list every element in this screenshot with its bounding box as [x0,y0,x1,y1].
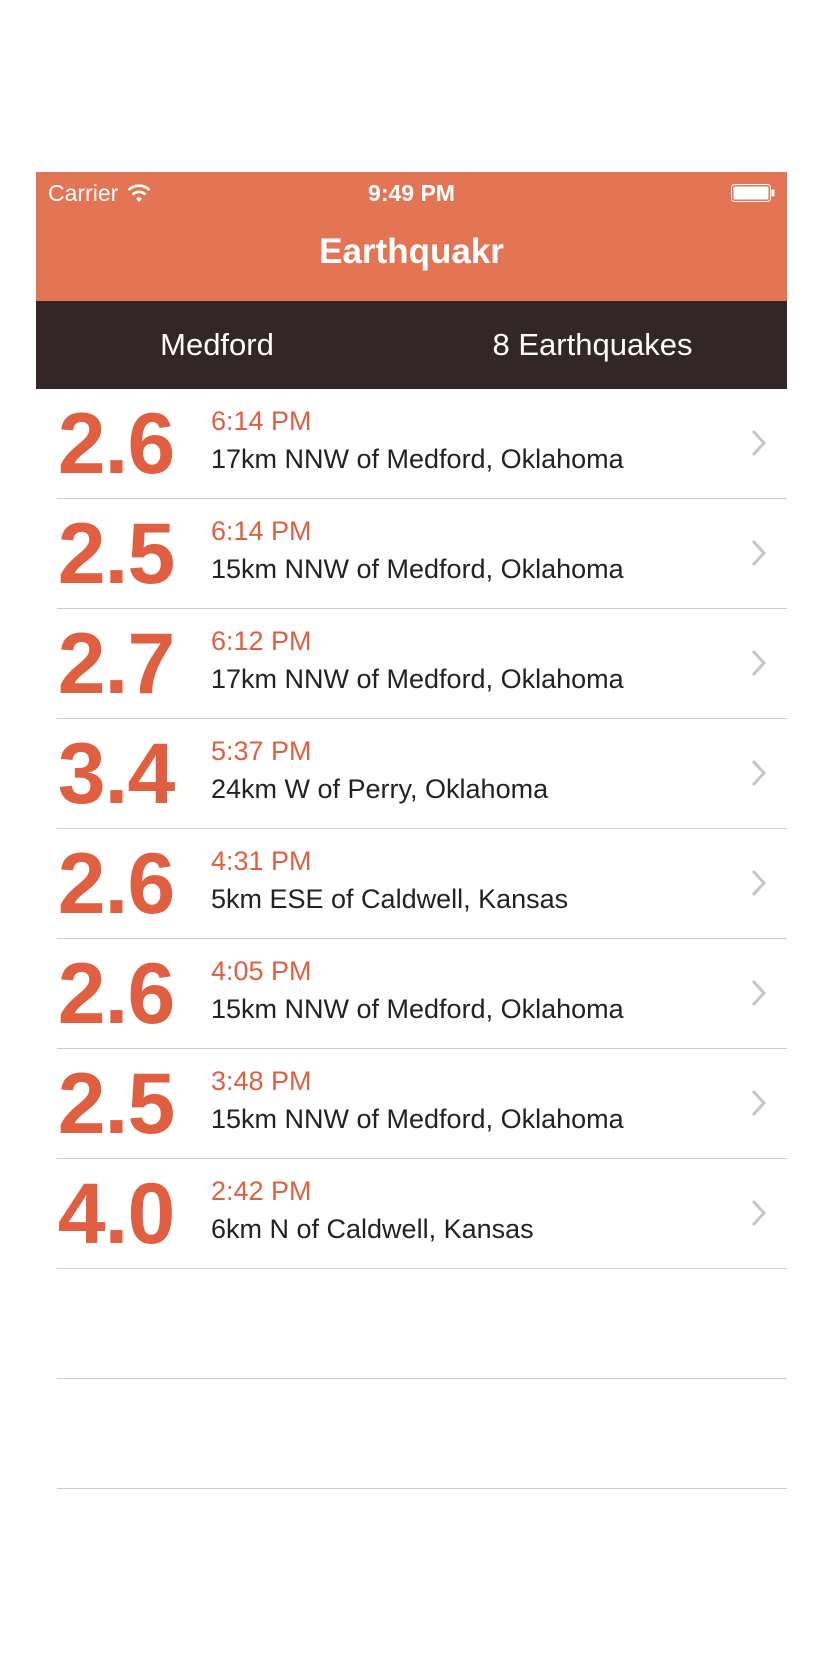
status-time: 9:49 PM [368,180,455,206]
empty-row [36,1269,787,1379]
chevron-right-icon [751,1199,767,1227]
earthquake-row[interactable]: 2.5 3:48 PM 15km NNW of Medford, Oklahoma [36,1049,787,1159]
earthquake-row[interactable]: 2.5 6:14 PM 15km NNW of Medford, Oklahoma [36,499,787,609]
empty-row [36,1379,787,1489]
magnitude-label: 2.6 [57,836,176,932]
earthquake-row[interactable]: 2.6 4:31 PM 5km ESE of Caldwell, Kansas [36,829,787,939]
earthquake-row[interactable]: 4.0 2:42 PM 6km N of Caldwell, Kansas [36,1159,787,1269]
quake-place: 17km NNW of Medford, Oklahoma [211,444,624,474]
app-screen: Carrier 9:49 PM Earthquakr Medford 8 Ear… [36,172,787,1542]
earthquake-row[interactable]: 2.6 6:14 PM 17km NNW of Medford, Oklahoma [36,389,787,499]
chevron-right-icon [751,979,767,1007]
quake-time: 6:14 PM [211,406,312,436]
quake-place: 6km N of Caldwell, Kansas [211,1214,534,1244]
magnitude-label: 2.5 [57,1056,176,1152]
quake-time: 4:05 PM [211,956,312,986]
battery-icon [731,184,775,202]
quake-place: 15km NNW of Medford, Oklahoma [211,994,624,1024]
earthquake-row[interactable]: 2.7 6:12 PM 17km NNW of Medford, Oklahoma [36,609,787,719]
magnitude-label: 2.7 [57,616,176,712]
quake-place: 17km NNW of Medford, Oklahoma [211,664,624,694]
chevron-right-icon [751,649,767,677]
location-label[interactable]: Medford [36,301,398,389]
quake-place: 24km W of Perry, Oklahoma [211,774,549,804]
magnitude-label: 2.6 [57,946,176,1042]
quake-time: 6:14 PM [211,516,312,546]
quake-time: 3:48 PM [211,1066,312,1096]
chevron-right-icon [751,1089,767,1117]
summary-bar: Medford 8 Earthquakes [36,301,787,389]
chevron-right-icon [751,759,767,787]
quake-time: 2:42 PM [211,1176,312,1206]
quake-time: 6:12 PM [211,626,312,656]
earthquake-list: 2.6 6:14 PM 17km NNW of Medford, Oklahoma 2… [36,389,787,1489]
magnitude-label: 2.6 [57,396,176,492]
quake-time: 4:31 PM [211,846,312,876]
quake-count-label: 8 Earthquakes [492,327,693,362]
chevron-right-icon [751,429,767,457]
quake-place: 15km NNW of Medford, Oklahoma [211,1104,624,1134]
quake-time: 5:37 PM [211,736,312,766]
quake-place: 15km NNW of Medford, Oklahoma [211,554,624,584]
chevron-right-icon [751,869,767,897]
chevron-right-icon [751,539,767,567]
quake-place: 5km ESE of Caldwell, Kansas [211,884,569,914]
magnitude-label: 4.0 [57,1166,176,1262]
earthquake-row[interactable]: 3.4 5:37 PM 24km W of Perry, Oklahoma [36,719,787,829]
page-title: Earthquakr [319,232,504,271]
earthquake-row[interactable]: 2.6 4:05 PM 15km NNW of Medford, Oklahoma [36,939,787,1049]
navigation-bar: Carrier 9:49 PM Earthquakr [36,172,787,301]
magnitude-label: 3.4 [57,726,176,822]
magnitude-label: 2.5 [57,506,176,602]
